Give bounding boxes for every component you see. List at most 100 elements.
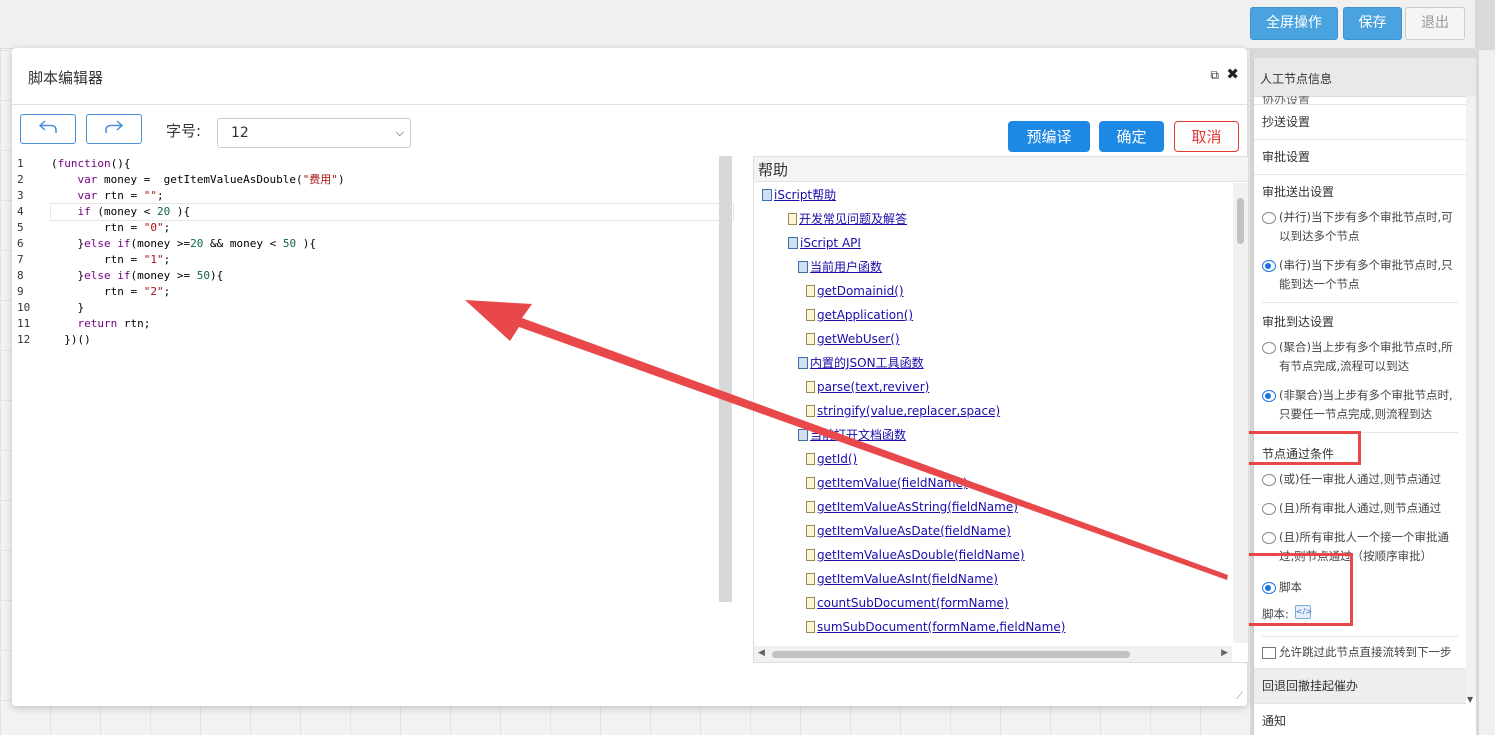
help-link[interactable]: iScript API [800,236,861,250]
book-icon [798,357,808,369]
help-vertical-scrollbar[interactable] [1233,183,1248,643]
help-tree-item[interactable]: 当前打开文档函数 [754,423,1232,447]
help-tree-item[interactable]: getId() [754,447,1232,471]
document-icon [806,333,815,345]
help-link[interactable]: getItemValueAsInt(fieldName) [817,572,998,586]
save-button[interactable]: 保存 [1343,7,1402,40]
help-link[interactable]: getId() [817,452,857,466]
cancel-button[interactable]: 取消 [1174,121,1239,152]
help-link[interactable]: sumSubDocument(formName,fieldName) [817,620,1065,634]
checkbox-icon[interactable] [1262,647,1276,659]
code-line: rtn = "0"; [51,221,171,234]
page-scrollbar[interactable] [1479,50,1495,735]
code-editor[interactable]: 1 2 3 4 5 6 7 8 9 10 11 12 (function(){ var money =… [12,156,734,602]
help-tree-item[interactable]: getApplication() [754,303,1232,327]
radio-icon[interactable] [1262,474,1276,486]
help-link[interactable]: getItemValueAsDouble(fieldName) [817,548,1025,562]
annotation-box-pass-condition [1245,431,1361,465]
help-link[interactable]: getItemValue(fieldName) [817,476,968,490]
help-link[interactable]: 开发常见问题及解答 [799,212,907,226]
scroll-right-icon[interactable]: ▶ [1221,648,1228,658]
help-horizontal-scrollbar[interactable]: ◀ ▶ [754,646,1232,662]
redo-button[interactable] [86,114,142,144]
code-line: rtn = "2"; [51,285,171,298]
help-link[interactable]: getDomainid() [817,284,904,298]
help-link[interactable]: getItemValueAsString(fieldName) [817,500,1018,514]
help-link[interactable]: 当前打开文档函数 [810,428,906,442]
help-tree-item[interactable]: getItemValue(fieldName) [754,471,1232,495]
external-open-icon[interactable]: ⧉ [1210,68,1219,83]
line-number: 10 [17,301,31,314]
help-tree-item[interactable]: 开发常见问题及解答 [754,207,1232,231]
exit-button[interactable]: 退出 [1405,7,1465,40]
help-tree-item[interactable]: getDomainid() [754,279,1232,303]
radio-icon[interactable] [1262,342,1276,354]
help-tree-item[interactable]: getItemValueAsDouble(fieldName) [754,543,1232,567]
scroll-left-icon[interactable]: ◀ [758,648,765,658]
undo-arrow-icon [38,120,57,133]
radio-checked-icon[interactable] [1262,390,1276,402]
help-tree-item[interactable]: countSubDocument(formName) [754,591,1232,615]
send-option-serial[interactable]: (串行)当下步有多个审批节点时,只能到达一个节点 [1254,252,1466,300]
scroll-thumb[interactable] [1237,198,1244,244]
help-tree-item[interactable]: 当前用户函数 [754,255,1232,279]
section-notify[interactable]: 通知 [1254,704,1466,735]
help-link[interactable]: 内置的JSON工具函数 [810,356,924,370]
document-icon [806,621,815,633]
arrive-settings-title: 审批到达设置 [1262,315,1335,329]
panel-scrollbar[interactable]: ▼ [1466,96,1476,704]
document-icon [806,381,815,393]
help-link[interactable]: getApplication() [817,308,913,322]
pass-option-all[interactable]: (且)所有审批人通过,则节点通过 [1254,495,1466,524]
pass-option-any[interactable]: (或)任一审批人通过,则节点通过 [1254,466,1466,495]
help-link[interactable]: stringify(value,replacer,space) [817,404,1000,418]
editor-scrollbar[interactable] [719,156,732,602]
scroll-thumb[interactable] [772,651,1130,658]
document-icon [788,213,797,225]
fullscreen-button[interactable]: 全屏操作 [1250,7,1338,40]
undo-button[interactable] [20,114,76,144]
help-tree-item[interactable]: getItemValueAsInt(fieldName) [754,567,1232,591]
code-area[interactable]: (function(){ var money = getItemValueAsD… [50,156,734,348]
skip-node-option[interactable]: 允许跳过此节点直接流转到下一步 [1254,639,1466,668]
help-panel: 帮助 iScript帮助 开发常见问题及解答 iScript API 当前用户函数 ge… [753,156,1249,663]
help-tree-item[interactable]: getItemValueAsDate(fieldName) [754,519,1232,543]
section-approval[interactable]: 审批设置 [1254,140,1466,175]
code-line: }else if(money >=20 && money < 50 ){ [51,237,316,250]
help-link[interactable]: 当前用户函数 [810,260,882,274]
help-tree-item[interactable]: sumSubDocument(formName,fieldName) [754,615,1232,639]
help-tree-item[interactable]: stringify(value,replacer,space) [754,399,1232,423]
precompile-button[interactable]: 预编译 [1008,121,1090,152]
line-number: 6 [17,237,24,250]
section-cooperate[interactable]: 协办设置 [1254,96,1466,105]
scroll-down-icon[interactable]: ▼ [1467,695,1473,704]
font-size-select[interactable]: 12 ⌵ [217,118,411,148]
line-number: 12 [17,333,31,346]
help-link[interactable]: parse(text,reviver) [817,380,929,394]
resize-handle-icon[interactable]: ⟋ [1236,691,1243,702]
help-tree-item[interactable]: iScript API [754,231,1232,255]
redo-arrow-icon [105,120,124,133]
radio-icon[interactable] [1262,503,1276,515]
help-link[interactable]: getWebUser() [817,332,900,346]
arrive-option-non-aggregate[interactable]: (非聚合)当上步有多个审批节点时,只要任一节点完成,则流程到达 [1254,382,1466,430]
help-link[interactable]: getItemValueAsDate(fieldName) [817,524,1011,538]
close-icon[interactable]: ✖ [1226,65,1239,83]
radio-icon[interactable] [1262,212,1276,224]
help-tree-item[interactable]: parse(text,reviver) [754,375,1232,399]
line-number: 11 [17,317,31,330]
help-link[interactable]: iScript帮助 [774,188,836,202]
radio-icon[interactable] [1262,532,1276,544]
help-tree-item[interactable]: getWebUser() [754,327,1232,351]
help-tree-item[interactable]: 内置的JSON工具函数 [754,351,1232,375]
help-tree-item[interactable]: iScript帮助 [754,183,1232,207]
arrive-option-aggregate[interactable]: (聚合)当上步有多个审批节点时,所有节点完成,流程可以到达 [1254,334,1466,382]
help-tree-item[interactable]: getItemValueAsString(fieldName) [754,495,1232,519]
confirm-button[interactable]: 确定 [1099,121,1164,152]
help-link[interactable]: countSubDocument(formName) [817,596,1009,610]
section-rollback[interactable]: 回退回撤挂起催办 [1254,668,1466,704]
send-option-parallel[interactable]: (并行)当下步有多个审批节点时,可以到达多个节点 [1254,204,1466,252]
section-cc[interactable]: 抄送设置 [1254,105,1466,140]
radio-checked-icon[interactable] [1262,260,1276,272]
document-icon [806,501,815,513]
